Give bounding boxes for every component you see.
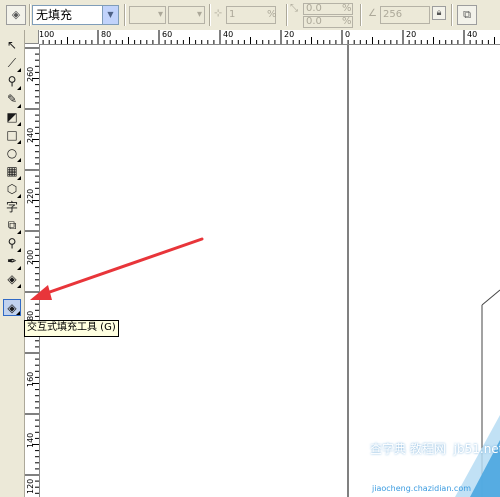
watermark-main: 查字典 教程网 — [370, 442, 446, 456]
tool-tooltip: 交互式填充工具 (G) — [24, 320, 119, 337]
annotation-arrow — [30, 237, 204, 300]
watermark-url: jiaocheng.chazidian.com — [372, 484, 472, 493]
watermark-site: jb51.net — [453, 442, 500, 456]
watermark-text: 查字典 教程网 jb51.net — [370, 440, 500, 457]
